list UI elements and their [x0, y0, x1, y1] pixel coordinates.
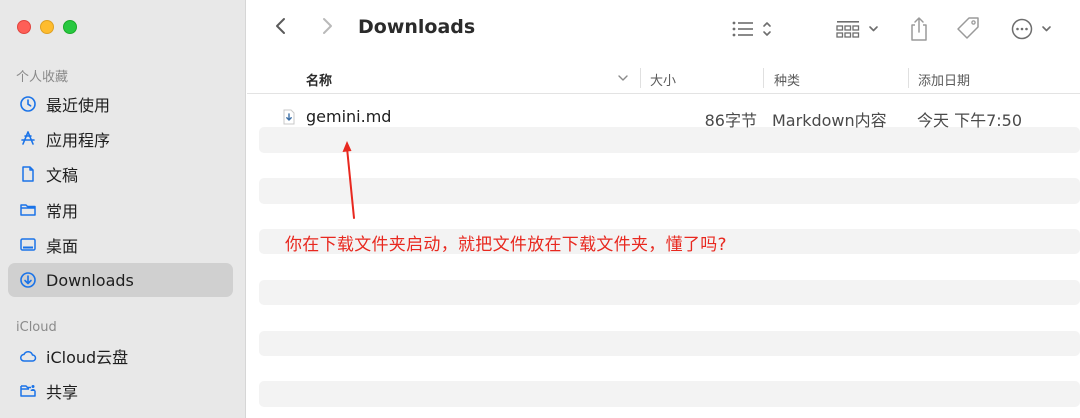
- desktop-icon: [18, 235, 38, 255]
- sidebar-item-documents[interactable]: 文稿: [8, 157, 233, 191]
- list-row: [259, 254, 1080, 279]
- sidebar-item-label: 共享: [46, 383, 79, 402]
- sidebar-item-desktop[interactable]: 桌面: [8, 228, 233, 262]
- forward-button[interactable]: [315, 16, 339, 40]
- folder-icon: [18, 200, 38, 220]
- column-separator: [763, 68, 764, 88]
- list-row: [259, 381, 1080, 407]
- share-button[interactable]: [908, 14, 930, 44]
- sidebar-item-label: 最近使用: [46, 96, 111, 115]
- file-date-added: 今天 下午7:50: [917, 111, 1023, 130]
- view-options-button[interactable]: [731, 14, 773, 44]
- annotation-arrow: [342, 141, 355, 219]
- sidebar-item-label: 文稿: [46, 166, 79, 185]
- sidebar-item-label: Downloads: [46, 270, 134, 290]
- group-view-icon: [836, 18, 884, 40]
- forward-icon: [320, 16, 334, 40]
- icloud-section-label: iCloud: [16, 320, 57, 335]
- tag-button[interactable]: [954, 14, 982, 44]
- back-icon: [274, 16, 288, 40]
- sidebar-item-common[interactable]: 常用: [8, 193, 233, 227]
- annotation-text: 你在下载文件夹启动，就把文件放在下载文件夹，懂了吗?: [285, 235, 727, 255]
- close-button[interactable]: [17, 20, 31, 34]
- share-icon: [908, 16, 930, 42]
- column-date-added[interactable]: 添加日期: [918, 70, 970, 89]
- file-size: 86字节: [704, 111, 757, 130]
- sidebar-item-applications[interactable]: 应用程序: [8, 122, 233, 156]
- tag-icon: [954, 15, 982, 43]
- column-separator: [640, 68, 641, 88]
- more-icon: [1010, 17, 1054, 41]
- sort-chevron-icon[interactable]: [617, 72, 629, 87]
- list-row: [259, 178, 1080, 204]
- shared-folder-icon: [18, 381, 38, 401]
- minimize-button[interactable]: [40, 20, 54, 34]
- sidebar: 个人收藏 最近使用 应用程序 文稿 常用 桌面 Downloads iCloud…: [0, 0, 246, 418]
- column-kind[interactable]: 种类: [774, 70, 800, 89]
- favorites-section-label: 个人收藏: [16, 70, 69, 85]
- list-row: [259, 127, 1080, 153]
- sidebar-item-downloads[interactable]: Downloads: [8, 263, 233, 297]
- column-separator: [908, 68, 909, 88]
- sidebar-item-label: 常用: [46, 202, 79, 221]
- list-row: [259, 279, 1080, 306]
- zoom-button[interactable]: [63, 20, 77, 34]
- back-button[interactable]: [269, 16, 293, 40]
- column-header: 名称 大小 种类 添加日期: [247, 62, 1080, 94]
- downloads-icon: [18, 270, 38, 290]
- list-row: [259, 356, 1080, 381]
- list-row: [259, 153, 1080, 178]
- group-button[interactable]: [836, 14, 884, 44]
- cloud-icon: [18, 346, 38, 366]
- column-name[interactable]: 名称: [306, 70, 332, 89]
- column-size[interactable]: 大小: [650, 70, 676, 89]
- sidebar-item-shared[interactable]: 共享: [8, 374, 233, 408]
- list-row: [259, 204, 1080, 229]
- markdown-file-icon: [282, 109, 296, 125]
- document-icon: [18, 164, 38, 184]
- toolbar: Downloads: [247, 0, 1080, 60]
- sidebar-item-recents[interactable]: 最近使用: [8, 87, 233, 121]
- list-row: [259, 330, 1080, 356]
- table-row[interactable]: gemini.md 86字节 Markdown内容 今天 下午7:50: [259, 102, 1080, 130]
- finder-window: 个人收藏 最近使用 应用程序 文稿 常用 桌面 Downloads iCloud…: [0, 0, 1080, 418]
- list-view-icon: [731, 18, 773, 40]
- clock-icon: [18, 94, 38, 114]
- sidebar-item-label: iCloud云盘: [46, 348, 129, 367]
- applications-icon: [18, 129, 38, 149]
- list-row: [259, 305, 1080, 330]
- window-controls: [17, 20, 77, 34]
- page-title: Downloads: [358, 16, 476, 38]
- file-name[interactable]: gemini.md: [306, 107, 391, 126]
- sidebar-item-label: 应用程序: [46, 131, 111, 150]
- more-actions-button[interactable]: [1010, 14, 1054, 44]
- file-kind: Markdown内容: [772, 111, 887, 130]
- sidebar-item-label: 桌面: [46, 237, 79, 256]
- sidebar-item-icloud-drive[interactable]: iCloud云盘: [8, 339, 233, 373]
